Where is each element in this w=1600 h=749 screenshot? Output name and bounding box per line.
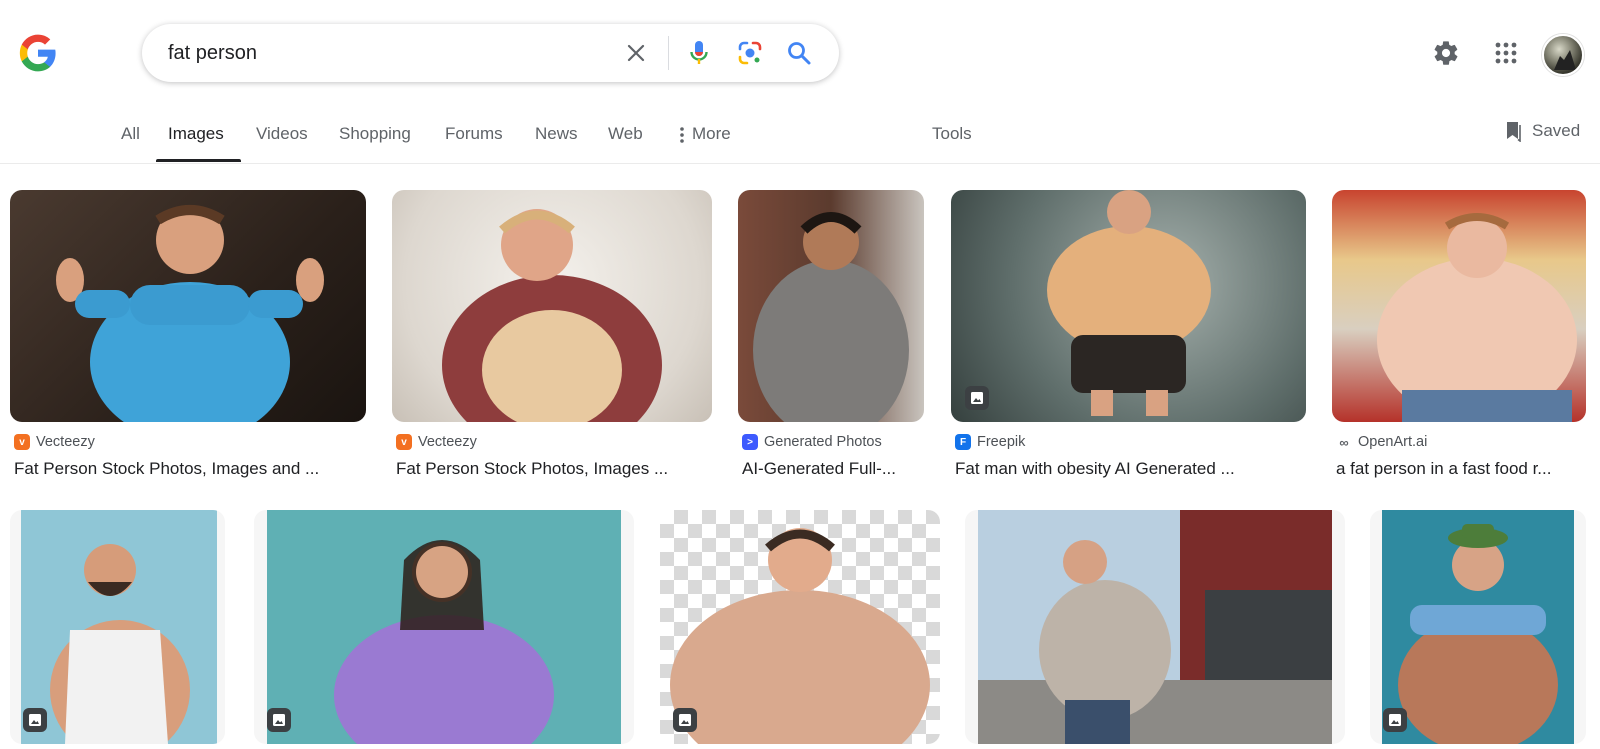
image-result[interactable]: v Vecteezy Fat Person Stock Photos, Imag… bbox=[392, 190, 712, 480]
result-source-label: Generated Photos bbox=[764, 434, 882, 450]
image-result[interactable]: F Freepik Fat man with obesity AI Genera… bbox=[951, 190, 1306, 480]
account-avatar[interactable] bbox=[1542, 34, 1584, 76]
image-result[interactable]: ∞ OpenArt.ai a fat person in a fast food… bbox=[1332, 190, 1586, 480]
result-thumbnail[interactable] bbox=[660, 510, 940, 744]
image-result[interactable] bbox=[1370, 510, 1586, 744]
settings-button[interactable] bbox=[1430, 37, 1462, 69]
result-thumbnail[interactable] bbox=[254, 510, 634, 744]
apps-grid-icon bbox=[1495, 42, 1517, 64]
result-image bbox=[267, 510, 621, 744]
result-source-label: Vecteezy bbox=[36, 434, 95, 450]
saved-button[interactable]: Saved bbox=[1504, 120, 1580, 142]
image-icon bbox=[1389, 714, 1401, 726]
result-thumbnail[interactable] bbox=[965, 510, 1345, 744]
result-image bbox=[670, 528, 930, 744]
tab-videos[interactable]: Videos bbox=[256, 124, 308, 144]
result-source[interactable]: F Freepik bbox=[955, 434, 1025, 450]
result-thumbnail[interactable] bbox=[1332, 190, 1586, 422]
image-icon bbox=[273, 714, 285, 726]
image-badge bbox=[965, 386, 989, 410]
result-title[interactable]: Fat Person Stock Photos, Images ... bbox=[396, 459, 712, 479]
result-image bbox=[1047, 190, 1211, 416]
result-source[interactable]: v Vecteezy bbox=[14, 434, 95, 450]
lens-search-button[interactable] bbox=[734, 37, 766, 69]
tab-news[interactable]: News bbox=[535, 124, 578, 144]
result-title[interactable]: a fat person in a fast food r... bbox=[1336, 459, 1582, 479]
result-thumbnail[interactable] bbox=[392, 190, 712, 422]
image-result[interactable] bbox=[965, 510, 1345, 744]
image-icon bbox=[679, 714, 691, 726]
image-result[interactable] bbox=[660, 510, 940, 744]
result-title[interactable]: Fat man with obesity AI Generated ... bbox=[955, 459, 1306, 479]
more-vert-icon bbox=[680, 126, 684, 143]
tab-images[interactable]: Images bbox=[168, 124, 224, 144]
clear-button[interactable] bbox=[620, 37, 652, 69]
search-box bbox=[142, 24, 839, 82]
image-icon bbox=[29, 714, 41, 726]
result-thumbnail[interactable] bbox=[10, 190, 366, 422]
image-result[interactable] bbox=[10, 510, 225, 744]
saved-label: Saved bbox=[1532, 121, 1581, 140]
tab-web[interactable]: Web bbox=[608, 124, 643, 144]
result-image bbox=[442, 209, 662, 422]
image-badge bbox=[267, 708, 291, 732]
image-badge bbox=[673, 708, 697, 732]
close-icon bbox=[627, 44, 645, 62]
search-divider bbox=[668, 36, 669, 70]
gear-icon bbox=[1434, 41, 1458, 65]
apps-button[interactable] bbox=[1490, 37, 1522, 69]
result-image bbox=[753, 212, 909, 422]
freepik-favicon: F bbox=[955, 434, 971, 450]
google-logo[interactable] bbox=[18, 33, 58, 73]
image-badge bbox=[23, 708, 47, 732]
result-image bbox=[56, 205, 324, 422]
voice-search-button[interactable] bbox=[683, 37, 715, 69]
result-source-label: Freepik bbox=[977, 434, 1026, 450]
result-image bbox=[1377, 213, 1577, 422]
tab-more-label: More bbox=[692, 124, 731, 143]
result-image bbox=[978, 510, 1332, 744]
result-thumbnail[interactable] bbox=[1370, 510, 1586, 744]
search-tabs: All Images Videos Shopping Forums News W… bbox=[0, 112, 1600, 164]
mic-icon bbox=[690, 41, 708, 64]
result-source[interactable]: v Vecteezy bbox=[396, 434, 477, 450]
tab-all[interactable]: All bbox=[121, 124, 140, 144]
image-badge bbox=[1383, 708, 1407, 732]
search-icon bbox=[788, 42, 811, 65]
result-thumbnail[interactable] bbox=[10, 510, 225, 744]
tab-tools[interactable]: Tools bbox=[932, 124, 972, 144]
search-input[interactable] bbox=[168, 24, 598, 82]
result-source-label: Vecteezy bbox=[418, 434, 477, 450]
tab-forums[interactable]: Forums bbox=[445, 124, 503, 144]
vecteezy-favicon: v bbox=[396, 434, 412, 450]
image-result[interactable]: v Vecteezy Fat Person Stock Photos, Imag… bbox=[10, 190, 366, 480]
search-button[interactable] bbox=[783, 37, 815, 69]
result-source[interactable]: > Generated Photos bbox=[742, 434, 882, 450]
result-thumbnail[interactable] bbox=[738, 190, 924, 422]
result-title[interactable]: AI-Generated Full-... bbox=[742, 459, 924, 479]
image-result[interactable]: > Generated Photos AI-Generated Full-... bbox=[738, 190, 924, 480]
result-thumbnail[interactable] bbox=[951, 190, 1306, 422]
result-source[interactable]: ∞ OpenArt.ai bbox=[1336, 434, 1427, 450]
active-tab-indicator bbox=[156, 159, 241, 162]
result-source-label: OpenArt.ai bbox=[1358, 434, 1428, 450]
vecteezy-favicon: v bbox=[14, 434, 30, 450]
image-icon bbox=[971, 392, 983, 404]
tab-shopping[interactable]: Shopping bbox=[339, 124, 411, 144]
result-title[interactable]: Fat Person Stock Photos, Images and ... bbox=[14, 459, 366, 479]
camera-lens-icon bbox=[738, 41, 762, 65]
generated-photos-favicon: > bbox=[742, 434, 758, 450]
image-result[interactable] bbox=[254, 510, 634, 744]
tab-more[interactable]: More bbox=[680, 124, 731, 144]
openart-favicon: ∞ bbox=[1339, 434, 1349, 450]
bookmark-icon bbox=[1507, 122, 1521, 142]
avatar-image bbox=[1554, 50, 1576, 70]
